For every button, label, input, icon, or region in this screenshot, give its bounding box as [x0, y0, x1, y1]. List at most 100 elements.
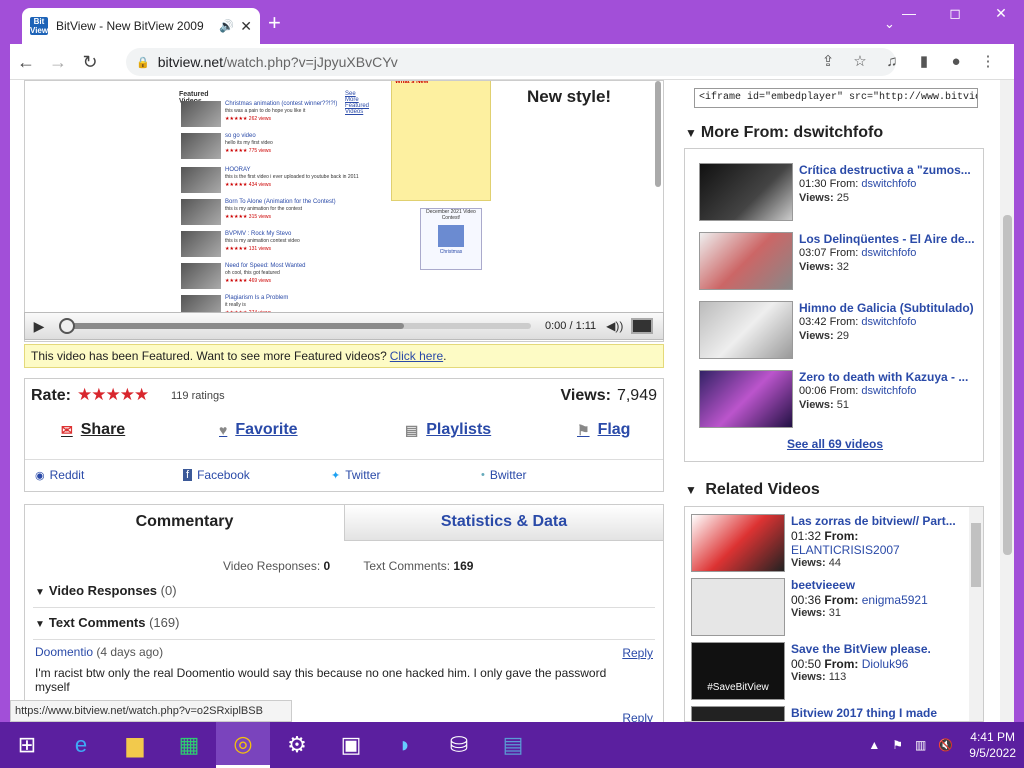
close-tab-icon[interactable]: ✕ [240, 18, 252, 35]
star-rating[interactable]: ★★★★★ [77, 385, 149, 405]
video-thumbnail[interactable] [691, 706, 785, 721]
video-title-link[interactable]: Save the BitView please. [791, 642, 967, 656]
video-author-link[interactable]: ELANTICRISIS2007 [791, 543, 900, 557]
video-author-link[interactable]: dswitchfofo [861, 247, 916, 259]
list-item[interactable]: #SaveBitView Save the BitView please. 00… [691, 642, 971, 702]
video-author-link[interactable]: enigma5921 [862, 593, 928, 607]
list-item[interactable]: Las zorras de bitview// Part... 01:32 Fr… [691, 514, 971, 574]
internet-explorer-icon[interactable]: e [54, 722, 108, 768]
reply-link[interactable]: Reply [622, 711, 653, 722]
facebook-share-link[interactable]: f Facebook [183, 468, 250, 482]
video-thumbnail[interactable] [699, 370, 793, 428]
forward-button[interactable]: → [42, 46, 74, 78]
text-comments-toggle[interactable]: ▼ Text Comments (169) [35, 615, 179, 630]
fullscreen-icon[interactable] [631, 318, 654, 334]
new-tab-button[interactable]: + [268, 12, 281, 34]
side-panel-icon[interactable]: ▮ [908, 48, 940, 76]
close-window-button[interactable]: ✕ [978, 0, 1024, 26]
browser-tab[interactable]: Bit View BitView - New BitView 2009 🔊 ✕ [22, 8, 260, 44]
start-button[interactable]: ⊞ [0, 722, 54, 768]
video-author-link[interactable]: dswitchfofo [861, 385, 916, 397]
seek-bar[interactable] [59, 318, 531, 334]
volume-icon[interactable]: ◀)) [606, 319, 623, 333]
embed-code-field[interactable]: <iframe id="embedplayer" src="http://www… [694, 88, 978, 108]
comment-author-link[interactable]: Doomentio [35, 645, 93, 659]
tab-statistics[interactable]: Statistics & Data [345, 505, 663, 541]
menu-kebab-icon[interactable]: ⋮ [972, 48, 1004, 76]
video-player[interactable]: Featured Videos See More Featured Videos… [24, 80, 664, 342]
video-title-link[interactable]: Himno de Galicia (Subtitulado) [799, 301, 979, 315]
list-item[interactable]: beetvieeew 00:36 From: enigma5921 Views:… [691, 578, 971, 638]
video-thumbnail[interactable]: #SaveBitView [691, 642, 785, 700]
flag-notification-icon[interactable]: ⚑ [892, 738, 903, 752]
profile-avatar-icon[interactable]: ● [940, 48, 972, 76]
playlists-button[interactable]: ▤ Playlists [405, 421, 491, 439]
reddit-share-link[interactable]: ◉ Reddit [35, 468, 84, 482]
video-author-link[interactable]: Dioluk96 [862, 657, 909, 671]
video-title-link[interactable]: Bitview 2017 thing I made [791, 706, 967, 720]
favorite-button[interactable]: ♥ Favorite [219, 421, 298, 439]
related-videos-heading[interactable]: ▼ Related Videos [685, 481, 820, 499]
speaker-icon[interactable]: 🔊 [219, 19, 234, 33]
featured-click-here-link[interactable]: Click here [390, 349, 443, 363]
chrome-icon[interactable]: ◎ [216, 722, 270, 768]
bwitter-label: Bwitter [489, 468, 527, 482]
reload-button[interactable]: ↻ [74, 46, 106, 78]
video-title-link[interactable]: Las zorras de bitview// Part... [791, 514, 967, 528]
maximize-button[interactable]: ◻ [932, 0, 978, 26]
flag-button[interactable]: ⚑ Flag [577, 421, 630, 439]
video-title-link[interactable]: Zero to death with Kazuya - ... [799, 370, 979, 384]
document-icon[interactable]: ▤ [486, 722, 540, 768]
bwitter-share-link[interactable]: • Bwitter [481, 468, 527, 482]
tray-expand-icon[interactable]: ▲ [868, 738, 880, 752]
video-title-link[interactable]: beetvieeew [791, 578, 967, 592]
file-explorer-icon[interactable]: ▆ [108, 722, 162, 768]
video-thumbnail[interactable] [699, 163, 793, 221]
more-from-label: More From: dswitchfofo [700, 124, 884, 141]
media-control-icon[interactable]: ♫ [876, 48, 908, 76]
views-value: 44 [828, 557, 841, 569]
video-thumbnail[interactable] [699, 232, 793, 290]
share-envelope-icon: ✉ [61, 421, 73, 438]
see-all-videos-link[interactable]: See all 69 videos [685, 437, 985, 451]
minimize-button[interactable]: — [886, 0, 932, 26]
share-page-icon[interactable]: ⇪ [812, 48, 844, 76]
video-author-link[interactable]: dswitchfofo [861, 178, 916, 190]
network-icon[interactable]: ▥ [915, 738, 926, 752]
list-item[interactable]: Crítica destructiva a "zumos... 01:30 Fr… [699, 163, 979, 223]
list-item[interactable]: Himno de Galicia (Subtitulado) 03:42 Fro… [699, 301, 979, 361]
settings-gear-icon[interactable]: ⚙ [270, 722, 324, 768]
store-icon[interactable]: ▦ [162, 722, 216, 768]
disk-utility-icon[interactable]: ▣ [324, 722, 378, 768]
list-item[interactable]: Zero to death with Kazuya - ... 00:06 Fr… [699, 370, 979, 430]
seek-knob[interactable] [59, 318, 75, 334]
related-scrollbar[interactable] [969, 507, 983, 721]
video-title-link[interactable]: Los Delinqüentes - El Aire de... [799, 232, 979, 246]
video-thumbnail[interactable] [699, 301, 793, 359]
database-icon[interactable]: ⛁ [432, 722, 486, 768]
whats-new-heading: What's New [395, 80, 429, 85]
video-thumbnail[interactable] [691, 578, 785, 636]
tab-commentary[interactable]: Commentary [25, 505, 345, 541]
views-label: Views: [799, 261, 834, 273]
video-author-link[interactable]: dswitchfofo [861, 316, 916, 328]
share-button[interactable]: ✉ Share [61, 421, 125, 439]
video-responses-toggle[interactable]: ▼ Video Responses (0) [35, 583, 177, 598]
bookmark-star-icon[interactable]: ☆ [844, 48, 876, 76]
list-item[interactable]: Los Delinqüentes - El Aire de... 03:07 F… [699, 232, 979, 292]
reply-link[interactable]: Reply [622, 646, 653, 660]
more-from-heading[interactable]: ▼ More From: dswitchfofo [685, 124, 883, 142]
volume-mute-icon[interactable]: 🔇 [938, 738, 953, 752]
list-item[interactable]: Bitview 2017 thing I made [691, 706, 971, 721]
address-bar[interactable]: 🔒 bitview.net/watch.php?v=jJpyuXBvCYv [126, 48, 896, 76]
page-scrollbar[interactable] [1000, 80, 1014, 722]
twitter-share-link[interactable]: ✦ Twitter [331, 468, 381, 482]
back-button[interactable]: ← [10, 46, 42, 78]
play-icon[interactable]: ▶ [25, 318, 53, 335]
rating-panel: Rate: ★★★★★ 119 ratings Views: 7,949 ✉ Sha… [24, 378, 664, 492]
video-title-link[interactable]: Crítica destructiva a "zumos... [799, 163, 979, 177]
clock[interactable]: 4:41 PM 9/5/2022 [969, 729, 1016, 761]
video-thumbnail[interactable] [691, 514, 785, 572]
lock-icon[interactable]: 🔒 [136, 56, 150, 69]
browser-wave-icon[interactable]: ◗ [378, 722, 432, 768]
